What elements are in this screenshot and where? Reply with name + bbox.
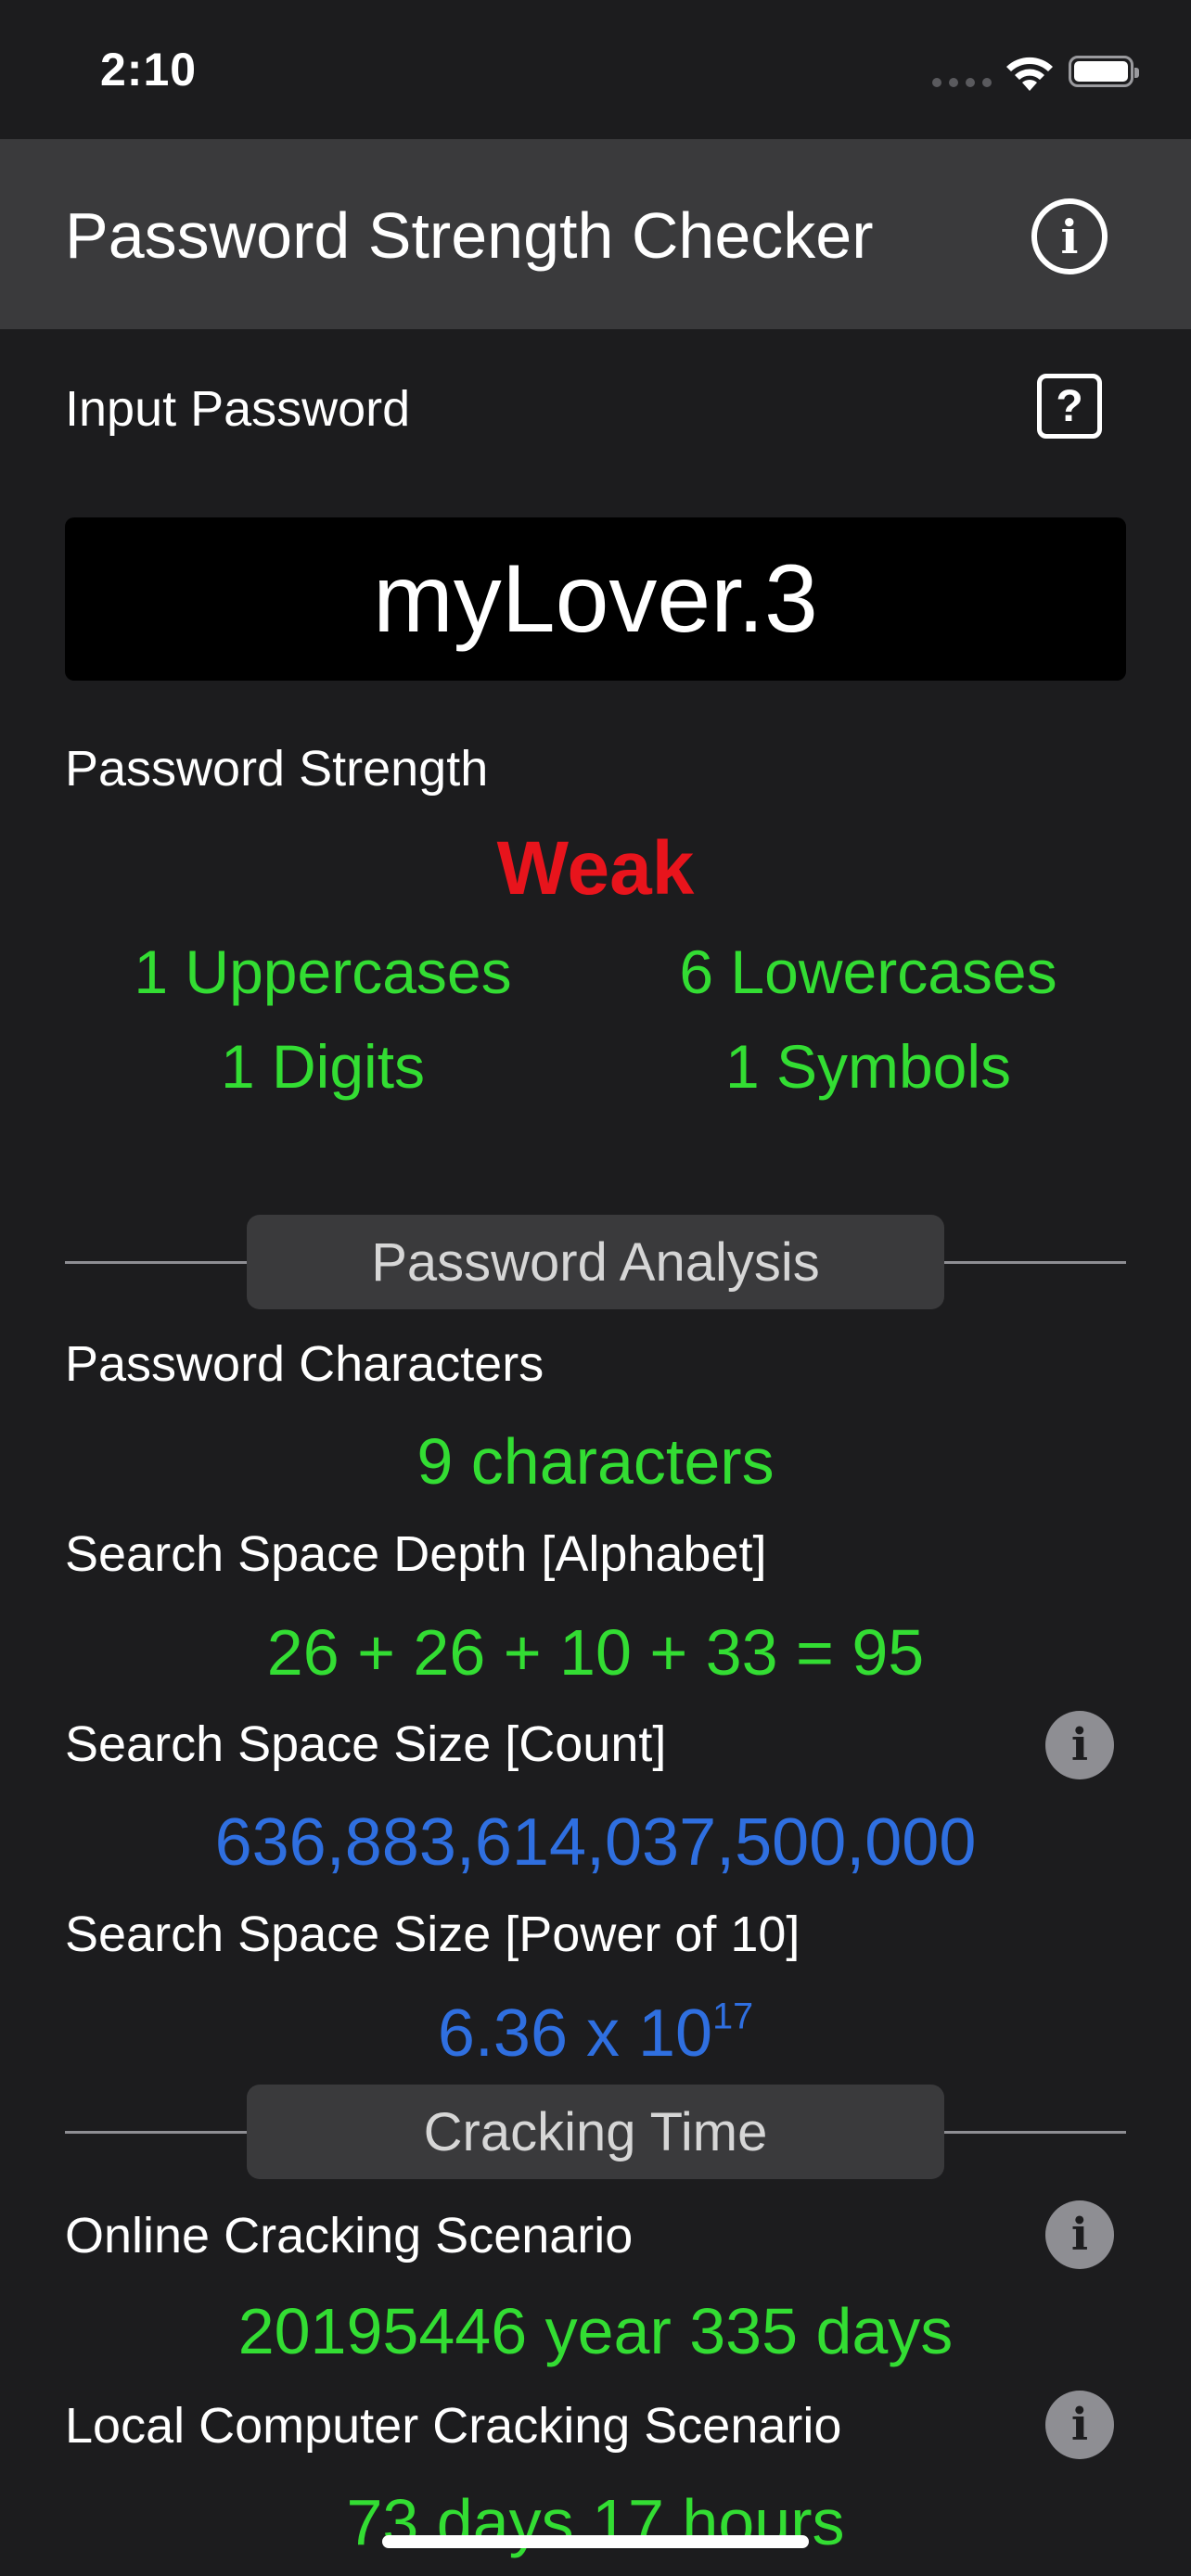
- strength-value: Weak: [496, 826, 695, 911]
- search-size-count-value: 636,883,614,037,500,000: [214, 1805, 977, 1880]
- local-cracking-value: 73 days 17 hours: [346, 2486, 845, 2558]
- password-input[interactable]: myLover.3: [65, 517, 1126, 681]
- power-exponent: 17: [712, 1996, 754, 2037]
- page-title: Password Strength Checker: [65, 199, 874, 272]
- online-cracking-label: Online Cracking Scenario: [65, 2208, 634, 2264]
- cellular-signal-icon: [932, 78, 992, 87]
- search-size-count-label: Search Space Size [Count]: [65, 1716, 667, 1772]
- lowercase-count: 6 Lowercases: [679, 937, 1057, 1006]
- status-time: 2:10: [100, 44, 198, 96]
- section-header-cracking-time: Cracking Time: [247, 2085, 944, 2179]
- digits-count: 1 Digits: [220, 1032, 426, 1101]
- info-icon[interactable]: i: [1045, 1711, 1114, 1779]
- search-size-power-value: 6.36 x 1017: [0, 1996, 1191, 2072]
- search-size-power-label: Search Space Size [Power of 10]: [65, 1906, 800, 1962]
- info-icon[interactable]: i: [1045, 2200, 1114, 2269]
- battery-icon: [1069, 56, 1139, 87]
- search-depth-value: 26 + 26 + 10 + 33 = 95: [266, 1616, 925, 1689]
- info-icon[interactable]: i: [1031, 198, 1108, 274]
- password-characters-label: Password Characters: [65, 1336, 544, 1392]
- section-header-password-analysis: Password Analysis: [247, 1215, 944, 1309]
- help-icon[interactable]: ?: [1037, 374, 1102, 439]
- uppercase-count: 1 Uppercases: [134, 937, 512, 1006]
- online-cracking-value: 20195446 year 335 days: [237, 2295, 954, 2367]
- local-cracking-label: Local Computer Cracking Scenario: [65, 2398, 842, 2454]
- password-strength-label: Password Strength: [65, 741, 489, 797]
- navigation-bar: Password Strength Checker i: [0, 139, 1191, 329]
- status-bar: 2:10: [0, 0, 1191, 139]
- input-password-label: Input Password: [65, 381, 411, 437]
- symbols-count: 1 Symbols: [724, 1032, 1012, 1101]
- search-depth-label: Search Space Depth [Alphabet]: [65, 1526, 767, 1582]
- info-icon[interactable]: i: [1045, 2391, 1114, 2459]
- password-characters-value: 9 characters: [416, 1425, 775, 1498]
- wifi-icon: [1004, 54, 1056, 97]
- power-base: 6.36 x 10: [437, 1996, 713, 2071]
- home-indicator[interactable]: [382, 2535, 809, 2548]
